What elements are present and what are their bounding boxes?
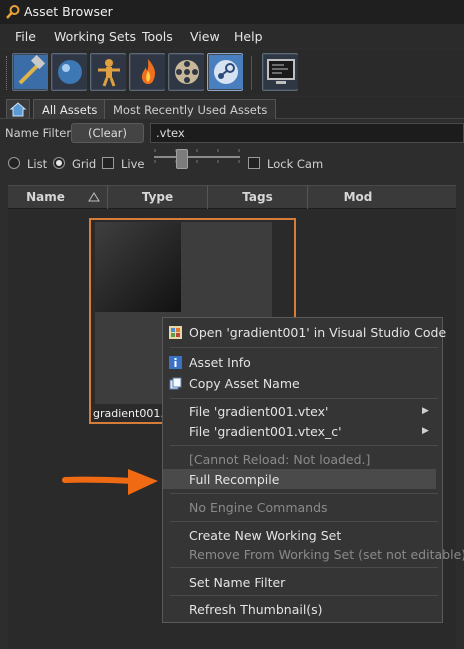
- grid-view-radio[interactable]: [53, 157, 65, 169]
- list-view-radio[interactable]: [8, 157, 20, 169]
- menu-full-recompile[interactable]: Full Recompile: [189, 472, 279, 487]
- name-filter-label: Name Filter:: [5, 126, 75, 140]
- column-type[interactable]: Type: [108, 185, 208, 209]
- menu-no-engine-commands: No Engine Commands: [189, 500, 328, 515]
- menu-tools[interactable]: Tools: [142, 29, 173, 44]
- menu-set-name-filter[interactable]: Set Name Filter: [189, 575, 285, 590]
- menu-cannot-reload: [Cannot Reload: Not loaded.]: [189, 452, 371, 467]
- column-tags[interactable]: Tags: [208, 185, 308, 209]
- menu-file-vtex[interactable]: File 'gradient001.vtex': [189, 404, 328, 419]
- tab-most-recently-used[interactable]: Most Recently Used Assets: [104, 99, 277, 119]
- steam-button[interactable]: [207, 53, 243, 91]
- particle-flame-icon: [131, 55, 165, 89]
- model-editor-button[interactable]: [90, 53, 126, 91]
- list-view-label: List: [27, 157, 48, 171]
- live-label: Live: [121, 157, 145, 171]
- info-icon: [169, 356, 182, 369]
- copy-icon: [169, 377, 182, 390]
- menu-open-vscode[interactable]: Open 'gradient001' in Visual Studio Code: [189, 325, 446, 340]
- orange-arrow-icon: [62, 469, 158, 495]
- home-button[interactable]: [6, 99, 30, 118]
- model-figure-icon: [92, 55, 126, 89]
- clear-filter-button[interactable]: (Clear): [71, 123, 144, 143]
- film-reel-icon: [170, 55, 204, 89]
- lock-cam-checkbox[interactable]: [248, 157, 260, 169]
- menu-view[interactable]: View: [190, 29, 220, 44]
- menu-separator: [170, 347, 438, 348]
- menu-separator: [170, 445, 438, 446]
- column-name-label: Name: [26, 190, 65, 204]
- magnifier-icon: [5, 4, 21, 20]
- sort-ascending-icon: [88, 192, 100, 202]
- toolbar-separator: [251, 56, 252, 90]
- name-filter-input[interactable]: .vtex: [150, 123, 464, 143]
- menu-working-sets[interactable]: Working Sets: [54, 29, 136, 44]
- hammer-tool-button[interactable]: [12, 53, 48, 91]
- material-editor-button[interactable]: [51, 53, 87, 91]
- lock-cam-label: Lock Cam: [267, 157, 324, 171]
- menu-separator: [170, 567, 438, 568]
- steam-icon: [209, 55, 243, 89]
- tab-all-assets[interactable]: All Assets: [33, 99, 107, 119]
- grid-view-label: Grid: [72, 157, 97, 171]
- toolbar-grip[interactable]: [6, 56, 8, 90]
- menu-copy-asset-name[interactable]: Copy Asset Name: [189, 376, 300, 391]
- window-title: Asset Browser: [24, 4, 113, 19]
- material-sphere-icon: [53, 55, 87, 89]
- submenu-arrow-icon: ▶: [422, 406, 429, 416]
- slider-track: [154, 156, 240, 158]
- menu-create-working-set[interactable]: Create New Working Set: [189, 528, 341, 543]
- column-name[interactable]: Name: [8, 185, 108, 209]
- menu-separator: [170, 521, 438, 522]
- column-mod[interactable]: Mod: [308, 185, 408, 209]
- menu-remove-from-working-set: Remove From Working Set (set not editabl…: [189, 547, 464, 562]
- hammer-tool-icon: [14, 55, 48, 89]
- particle-editor-button[interactable]: [129, 53, 165, 91]
- home-icon: [9, 102, 27, 117]
- annotation-arrow: [62, 467, 160, 497]
- menu-separator: [170, 493, 438, 494]
- console-monitor-icon: [264, 55, 298, 89]
- cinematic-editor-button[interactable]: [168, 53, 204, 91]
- menu-separator: [170, 398, 438, 399]
- slider-handle[interactable]: [176, 149, 188, 169]
- menu-asset-info[interactable]: Asset Info: [189, 355, 251, 370]
- menu-file[interactable]: File: [15, 29, 36, 44]
- live-checkbox[interactable]: [102, 157, 114, 169]
- menu-file-vtex-c[interactable]: File 'gradient001.vtex_c': [189, 424, 342, 439]
- menu-separator: [170, 595, 438, 596]
- menu-refresh-thumbnails[interactable]: Refresh Thumbnail(s): [189, 602, 323, 617]
- vscode-icon: [169, 326, 182, 339]
- gradient-preview: [95, 222, 181, 312]
- console-button[interactable]: [262, 53, 298, 91]
- menu-help[interactable]: Help: [234, 29, 263, 44]
- submenu-arrow-icon: ▶: [422, 426, 429, 436]
